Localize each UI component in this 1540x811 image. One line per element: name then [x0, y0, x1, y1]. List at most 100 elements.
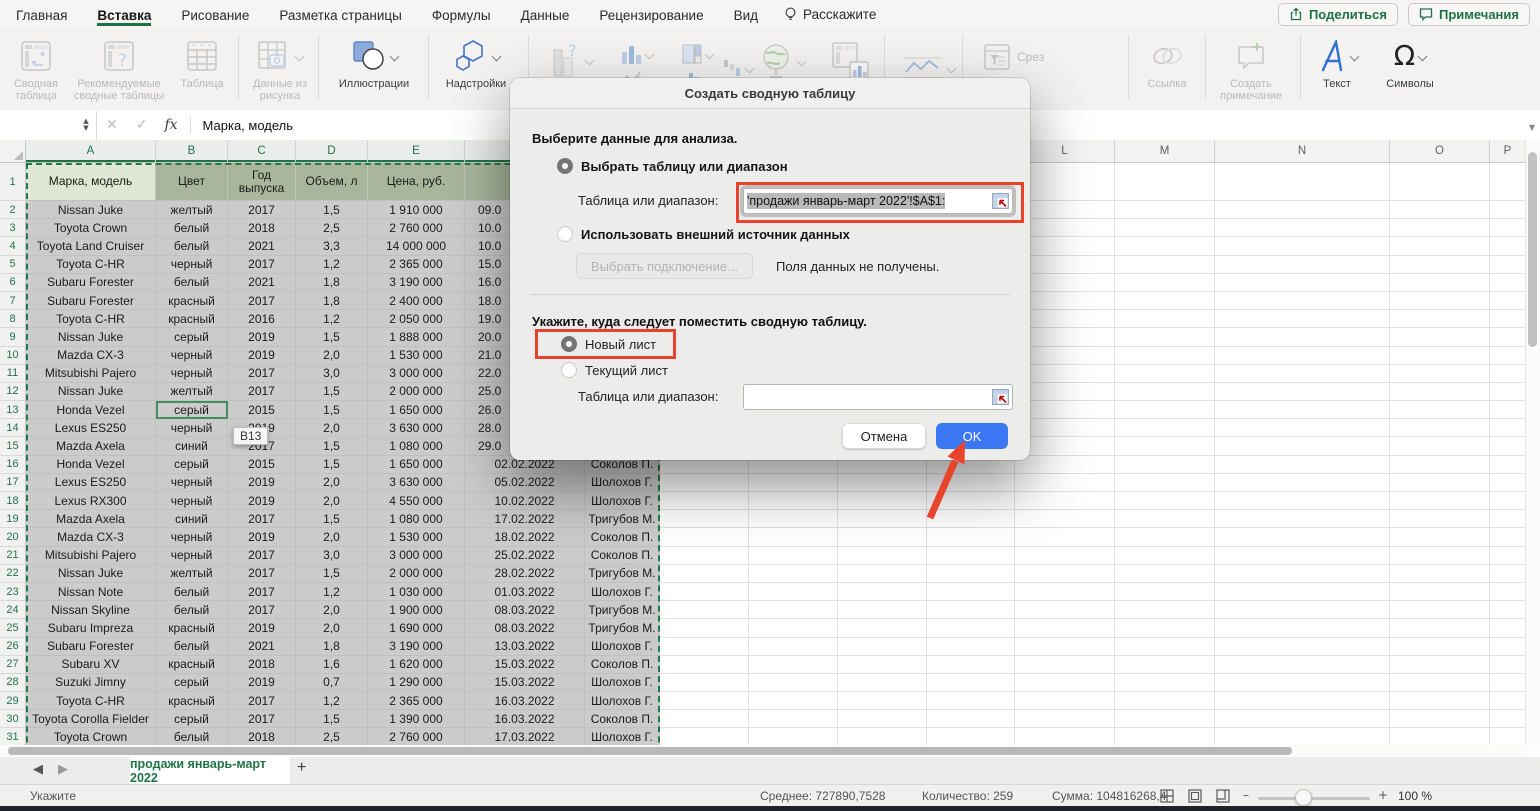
cell[interactable]: 2 365 000: [368, 692, 465, 710]
cell[interactable]: 3,3: [296, 237, 368, 255]
cell[interactable]: 1,8: [296, 638, 368, 656]
cell[interactable]: [838, 710, 927, 728]
cell[interactable]: 2018: [228, 219, 296, 237]
cell[interactable]: [1015, 728, 1115, 745]
cell[interactable]: [838, 656, 927, 674]
cell[interactable]: [1490, 710, 1526, 728]
cell[interactable]: [1115, 437, 1215, 455]
radio-select-table-or-range-label[interactable]: Выбрать таблицу или диапазон: [581, 159, 788, 174]
radio-external-source-label[interactable]: Использовать внешний источник данных: [581, 227, 850, 242]
cell[interactable]: 2,5: [296, 728, 368, 745]
cell[interactable]: [1490, 292, 1526, 310]
cell[interactable]: [1115, 583, 1215, 601]
cell[interactable]: [1015, 565, 1115, 583]
cell[interactable]: [1015, 310, 1115, 328]
cell[interactable]: 3 630 000: [368, 419, 465, 437]
cell[interactable]: Марка, модель: [26, 163, 156, 201]
cell[interactable]: Соколов П.: [585, 528, 660, 546]
cell[interactable]: [1115, 383, 1215, 401]
cell[interactable]: Subaru Forester: [26, 292, 156, 310]
cell[interactable]: белый: [156, 638, 228, 656]
cell[interactable]: Шолохов Г.: [585, 638, 660, 656]
cell[interactable]: 2 760 000: [368, 219, 465, 237]
radio-existing-sheet-label[interactable]: Текущий лист: [585, 363, 668, 378]
comments-button[interactable]: Примечания: [1408, 3, 1530, 26]
cell[interactable]: [1490, 528, 1526, 546]
cancel-button[interactable]: Отмена: [842, 423, 926, 449]
cell[interactable]: [927, 638, 1015, 656]
cell[interactable]: желтый: [156, 383, 228, 401]
cell[interactable]: [1115, 728, 1215, 745]
cell[interactable]: [1015, 456, 1115, 474]
cell[interactable]: 2017: [228, 510, 296, 528]
cell[interactable]: Шолохов Г.: [585, 692, 660, 710]
menu-tab-Вставка[interactable]: Вставка: [97, 3, 151, 26]
cell[interactable]: Lexus ES250: [26, 419, 156, 437]
cell[interactable]: [660, 583, 749, 601]
cell[interactable]: 2017: [228, 710, 296, 728]
cell[interactable]: [1215, 163, 1390, 201]
choose-connection-button[interactable]: Выбрать подключение...: [576, 253, 753, 279]
cell[interactable]: 1,2: [296, 692, 368, 710]
cell[interactable]: [1490, 583, 1526, 601]
cell[interactable]: 2015: [228, 456, 296, 474]
cell[interactable]: [749, 583, 838, 601]
cell[interactable]: [1015, 583, 1115, 601]
cell[interactable]: Соколов П.: [585, 547, 660, 565]
cell[interactable]: [660, 547, 749, 565]
cell[interactable]: [1115, 310, 1215, 328]
cell[interactable]: [1490, 274, 1526, 292]
cell[interactable]: серый: [156, 674, 228, 692]
cell[interactable]: 2,0: [296, 619, 368, 637]
row-header-28[interactable]: 28: [0, 674, 26, 692]
cell[interactable]: [927, 601, 1015, 619]
cell[interactable]: синий: [156, 510, 228, 528]
cell[interactable]: [1115, 492, 1215, 510]
menu-tab-Формулы[interactable]: Формулы: [432, 3, 491, 26]
cell[interactable]: белый: [156, 219, 228, 237]
cell[interactable]: [1115, 274, 1215, 292]
vertical-scrollbar[interactable]: [1525, 140, 1540, 745]
cell[interactable]: 3 630 000: [368, 474, 465, 492]
cell[interactable]: [1015, 328, 1115, 346]
row-header-10[interactable]: 10: [0, 347, 26, 365]
cell[interactable]: [1015, 237, 1115, 255]
cell[interactable]: 01.03.2022: [465, 583, 585, 601]
cell[interactable]: [1490, 237, 1526, 255]
cell[interactable]: [1215, 474, 1390, 492]
cell[interactable]: [1115, 710, 1215, 728]
cell[interactable]: 13.03.2022: [465, 638, 585, 656]
cell[interactable]: 3,0: [296, 547, 368, 565]
radio-new-sheet-label[interactable]: Новый лист: [585, 337, 656, 352]
cell[interactable]: [1115, 674, 1215, 692]
row-header-4[interactable]: 4: [0, 237, 26, 255]
cell[interactable]: 1,5: [296, 565, 368, 583]
cell[interactable]: 1,5: [296, 401, 368, 419]
cell[interactable]: [1490, 201, 1526, 219]
radio-external-source[interactable]: [557, 226, 573, 242]
cell[interactable]: [1015, 710, 1115, 728]
confirm-entry-icon[interactable]: ✓: [136, 117, 148, 133]
cell[interactable]: 1 080 000: [368, 437, 465, 455]
row-header-3[interactable]: 3: [0, 219, 26, 237]
cell[interactable]: белый: [156, 237, 228, 255]
cell[interactable]: 1,5: [296, 710, 368, 728]
vertical-scrollbar-thumb[interactable]: [1528, 152, 1537, 347]
cell[interactable]: [1015, 510, 1115, 528]
cell[interactable]: [927, 510, 1015, 528]
cell[interactable]: [1390, 528, 1490, 546]
cell[interactable]: [1115, 638, 1215, 656]
cell[interactable]: 2019: [228, 474, 296, 492]
cell[interactable]: [1015, 347, 1115, 365]
select-all-corner[interactable]: [0, 140, 26, 163]
cell[interactable]: [838, 728, 927, 745]
cell[interactable]: [1390, 219, 1490, 237]
cell[interactable]: 17.03.2022: [465, 728, 585, 745]
cell[interactable]: [1115, 256, 1215, 274]
cell[interactable]: красный: [156, 619, 228, 637]
cell[interactable]: [1390, 347, 1490, 365]
cell[interactable]: Lexus ES250: [26, 474, 156, 492]
row-header-13[interactable]: 13: [0, 401, 26, 419]
cell[interactable]: [927, 692, 1015, 710]
slicer-button[interactable]: Срез: [984, 44, 1044, 70]
